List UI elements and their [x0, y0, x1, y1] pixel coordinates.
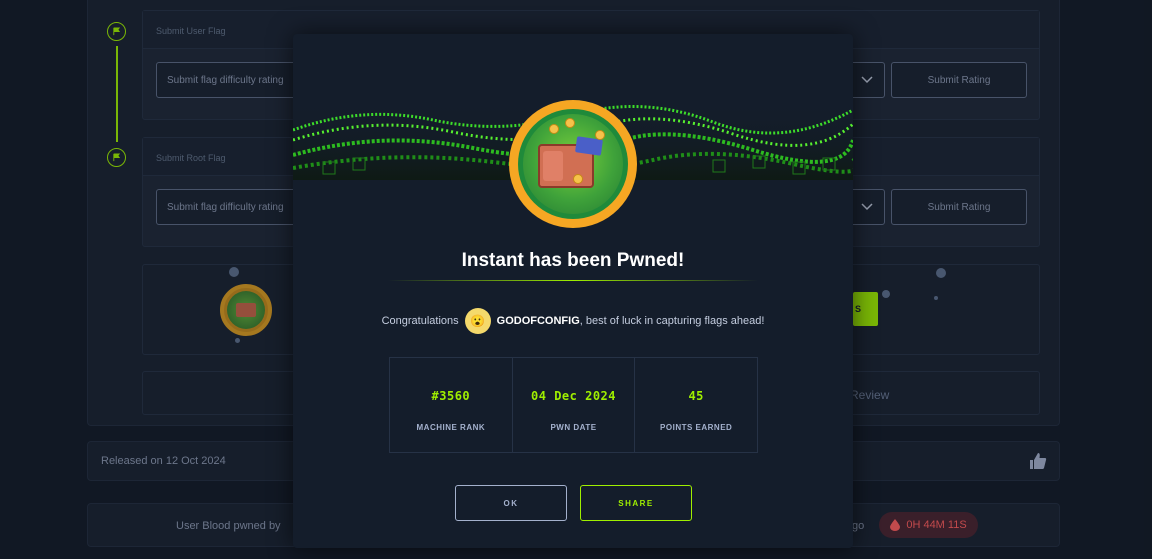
modal-title: Instant has been Pwned! [461, 250, 685, 271]
stat-pwn-date: 04 Dec 2024 PWN DATE [513, 358, 636, 452]
stats-grid: #3560 MACHINE RANK 04 Dec 2024 PWN DATE … [389, 357, 758, 453]
congrats-prefix: Congratulations [381, 315, 459, 327]
stat-label: PWN DATE [550, 423, 597, 432]
pwned-modal: Instant has been Pwned! Congratulations … [293, 34, 853, 548]
stat-value: 04 Dec 2024 [531, 389, 616, 403]
machine-badge-icon [509, 100, 637, 228]
username[interactable]: GODOFCONFIG [497, 315, 580, 327]
congrats-suffix: , best of luck in capturing flags ahead! [579, 315, 765, 327]
title-divider [388, 280, 758, 281]
congrats-line: Congratulations 😮 GODOFCONFIG, best of l… [293, 308, 853, 334]
stat-points-earned: 45 POINTS EARNED [635, 358, 757, 452]
stat-label: MACHINE RANK [416, 423, 486, 432]
stat-label: POINTS EARNED [660, 423, 733, 432]
stat-value: #3560 [431, 389, 471, 403]
user-avatar-icon[interactable]: 😮 [464, 308, 491, 334]
ok-button[interactable]: OK [455, 485, 567, 521]
stat-machine-rank: #3560 MACHINE RANK [390, 358, 513, 452]
share-button[interactable]: SHARE [580, 485, 692, 521]
stat-value: 45 [688, 389, 704, 403]
